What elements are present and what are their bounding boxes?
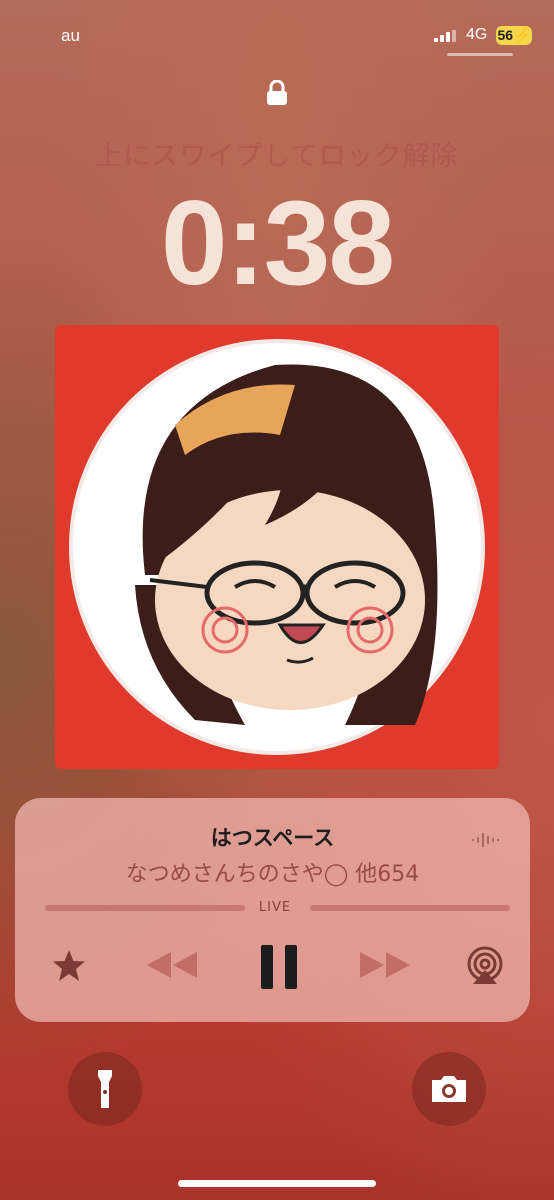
- battery-level: 56: [497, 27, 514, 43]
- audio-wave-icon: [472, 833, 499, 847]
- progress-left: [45, 905, 245, 911]
- lock-icon: [267, 80, 287, 105]
- flashlight-icon: [98, 1070, 112, 1108]
- home-indicator[interactable]: [178, 1180, 376, 1187]
- camera-icon: [432, 1076, 466, 1102]
- camera-button[interactable]: [412, 1052, 486, 1126]
- pause-icon[interactable]: [259, 944, 299, 990]
- avatar-illustration: [69, 339, 485, 755]
- carrier-label: au: [61, 26, 80, 45]
- network-label: 4G: [466, 26, 488, 43]
- battery-icon: 56⚡: [496, 26, 532, 45]
- status-bar: au 4G 56⚡: [0, 22, 554, 48]
- live-badge: LIVE: [258, 900, 292, 915]
- airplay-icon[interactable]: [465, 946, 505, 986]
- control-center-grabber[interactable]: [447, 53, 513, 56]
- flashlight-button[interactable]: [68, 1052, 142, 1126]
- track-title: はつスペース: [210, 826, 335, 850]
- fast-forward-icon[interactable]: [358, 948, 412, 982]
- rewind-icon[interactable]: [145, 948, 199, 982]
- star-icon[interactable]: [51, 948, 87, 984]
- progress-right: [310, 905, 510, 911]
- signal-icon: [434, 30, 458, 42]
- now-playing-widget[interactable]: はつスペース なつめさんちのさや◯ 他654 LIVE: [15, 798, 530, 1022]
- lock-clock: 0:38: [160, 176, 395, 310]
- track-subtitle: なつめさんちのさや◯ 他654: [125, 862, 420, 887]
- album-artwork[interactable]: [55, 325, 499, 769]
